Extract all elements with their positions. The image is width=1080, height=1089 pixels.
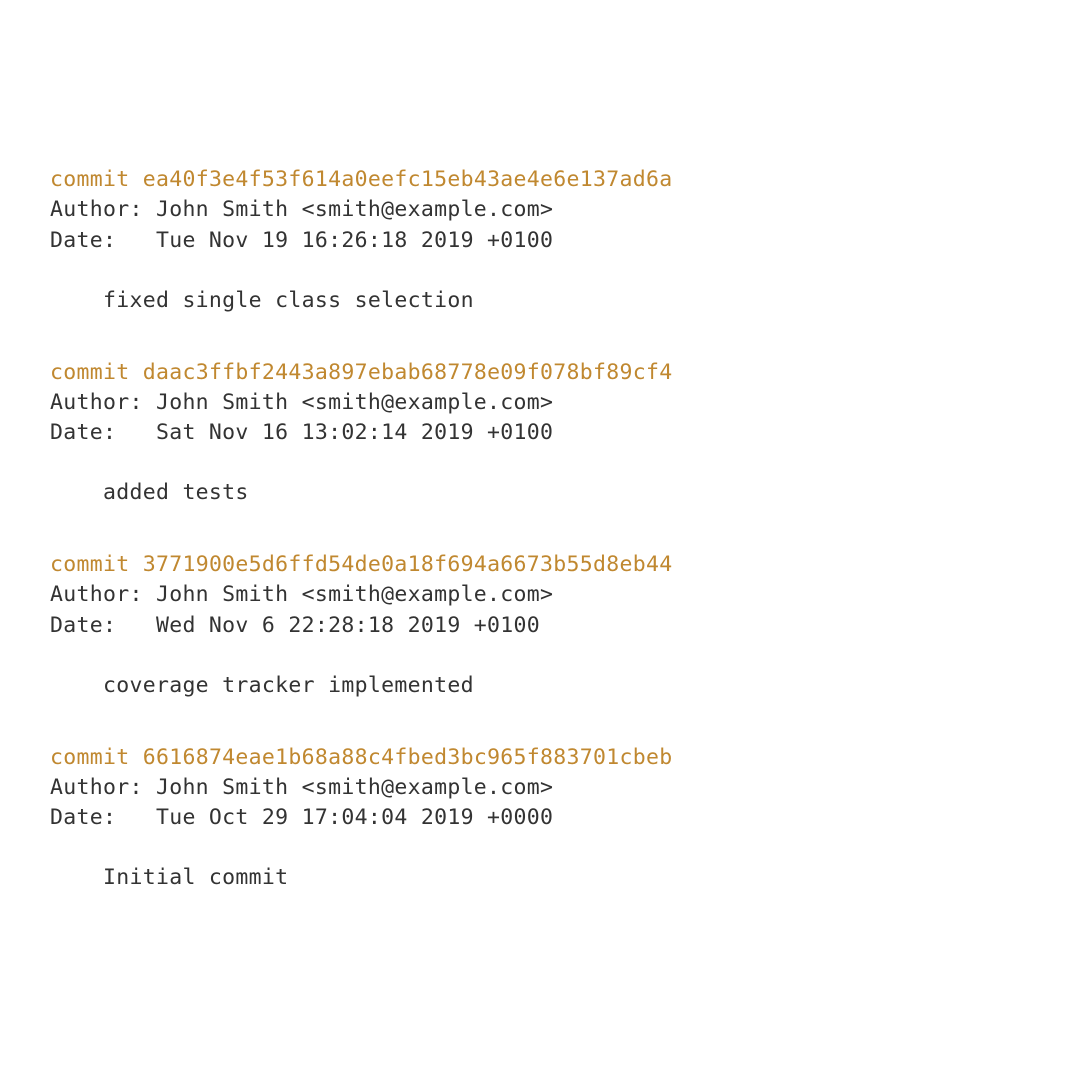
author-line: Author: John Smith <smith@example.com> [50, 580, 1030, 610]
author-line: Author: John Smith <smith@example.com> [50, 195, 1030, 225]
date-line: Date: Wed Nov 6 22:28:18 2019 +0100 [50, 611, 1030, 641]
author-line: Author: John Smith <smith@example.com> [50, 773, 1030, 803]
date-line: Date: Sat Nov 16 13:02:14 2019 +0100 [50, 418, 1030, 448]
date-line: Date: Tue Oct 29 17:04:04 2019 +0000 [50, 803, 1030, 833]
commit-message: added tests [50, 478, 1030, 508]
commit-keyword: commit [50, 745, 143, 770]
commit-message: fixed single class selection [50, 286, 1030, 316]
commit-message: Initial commit [50, 863, 1030, 893]
commit-hash: daac3ffbf2443a897ebab68778e09f078bf89cf4 [143, 360, 673, 385]
commit-keyword: commit [50, 552, 143, 577]
commit-hash-line: commit ea40f3e4f53f614a0eefc15eb43ae4e6e… [50, 165, 1030, 195]
commit-hash-line: commit 3771900e5d6ffd54de0a18f694a6673b5… [50, 550, 1030, 580]
commit-entry: commit 3771900e5d6ffd54de0a18f694a6673b5… [50, 550, 1030, 700]
commit-hash: 3771900e5d6ffd54de0a18f694a6673b55d8eb44 [143, 552, 673, 577]
commit-hash-line: commit 6616874eae1b68a88c4fbed3bc965f883… [50, 743, 1030, 773]
commit-entry: commit ea40f3e4f53f614a0eefc15eb43ae4e6e… [50, 165, 1030, 315]
date-line: Date: Tue Nov 19 16:26:18 2019 +0100 [50, 226, 1030, 256]
commit-hash: ea40f3e4f53f614a0eefc15eb43ae4e6e137ad6a [143, 167, 673, 192]
commit-entry: commit 6616874eae1b68a88c4fbed3bc965f883… [50, 743, 1030, 893]
commit-hash: 6616874eae1b68a88c4fbed3bc965f883701cbeb [143, 745, 673, 770]
commit-entry: commit daac3ffbf2443a897ebab68778e09f078… [50, 358, 1030, 508]
commit-hash-line: commit daac3ffbf2443a897ebab68778e09f078… [50, 358, 1030, 388]
commit-keyword: commit [50, 360, 143, 385]
git-log-output: commit ea40f3e4f53f614a0eefc15eb43ae4e6e… [50, 165, 1030, 893]
author-line: Author: John Smith <smith@example.com> [50, 388, 1030, 418]
commit-message: coverage tracker implemented [50, 671, 1030, 701]
commit-keyword: commit [50, 167, 143, 192]
